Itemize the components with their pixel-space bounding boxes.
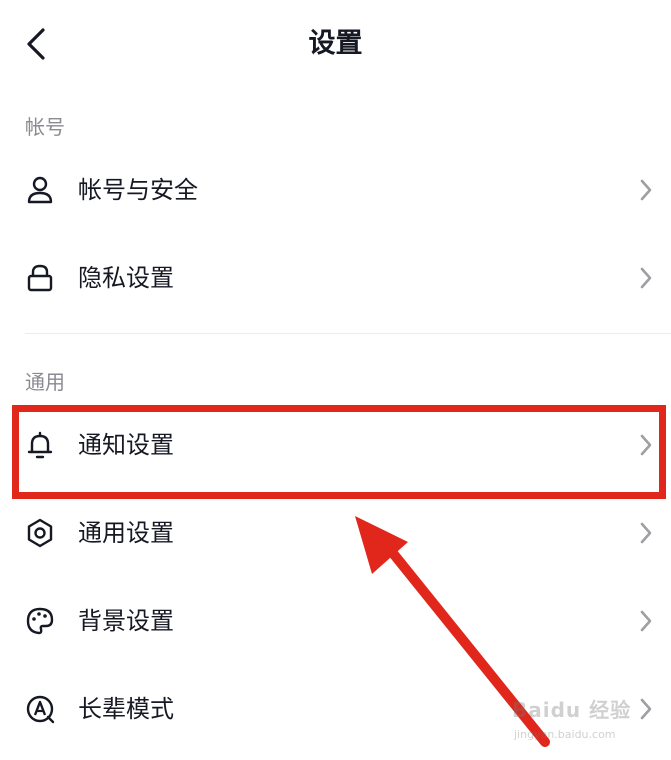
chevron-right-icon [636,695,656,723]
lock-icon [24,262,56,294]
page-title: 设置 [308,28,363,59]
top-nav-bar: 设置 [0,0,671,90]
settings-item-notifications[interactable]: 通知设置 [0,405,671,485]
settings-item-background[interactable]: 背景设置 [0,581,671,661]
settings-item-account-security[interactable]: 帐号与安全 [0,150,671,230]
gear-icon [24,517,56,549]
section-title-account: 帐号 [25,115,65,139]
settings-item-elder-mode[interactable]: 长辈模式 [0,669,671,749]
settings-item-label: 帐号与安全 [78,176,198,204]
settings-item-label: 背景设置 [78,607,174,635]
elder-mode-icon [24,693,56,725]
user-icon [24,174,56,206]
section-divider [25,333,671,334]
settings-item-label: 长辈模式 [78,695,174,723]
settings-item-general[interactable]: 通用设置 [0,493,671,573]
settings-item-label: 通用设置 [78,519,174,547]
chevron-right-icon [636,264,656,292]
chevron-right-icon [636,176,656,204]
chevron-right-icon [636,431,656,459]
section-title-general: 通用 [25,370,65,394]
chevron-right-icon [636,519,656,547]
settings-item-privacy[interactable]: 隐私设置 [0,238,671,318]
bell-icon [24,429,56,461]
chevron-right-icon [636,607,656,635]
settings-item-label: 隐私设置 [78,264,174,292]
settings-item-label: 通知设置 [78,431,174,459]
palette-icon [24,605,56,637]
